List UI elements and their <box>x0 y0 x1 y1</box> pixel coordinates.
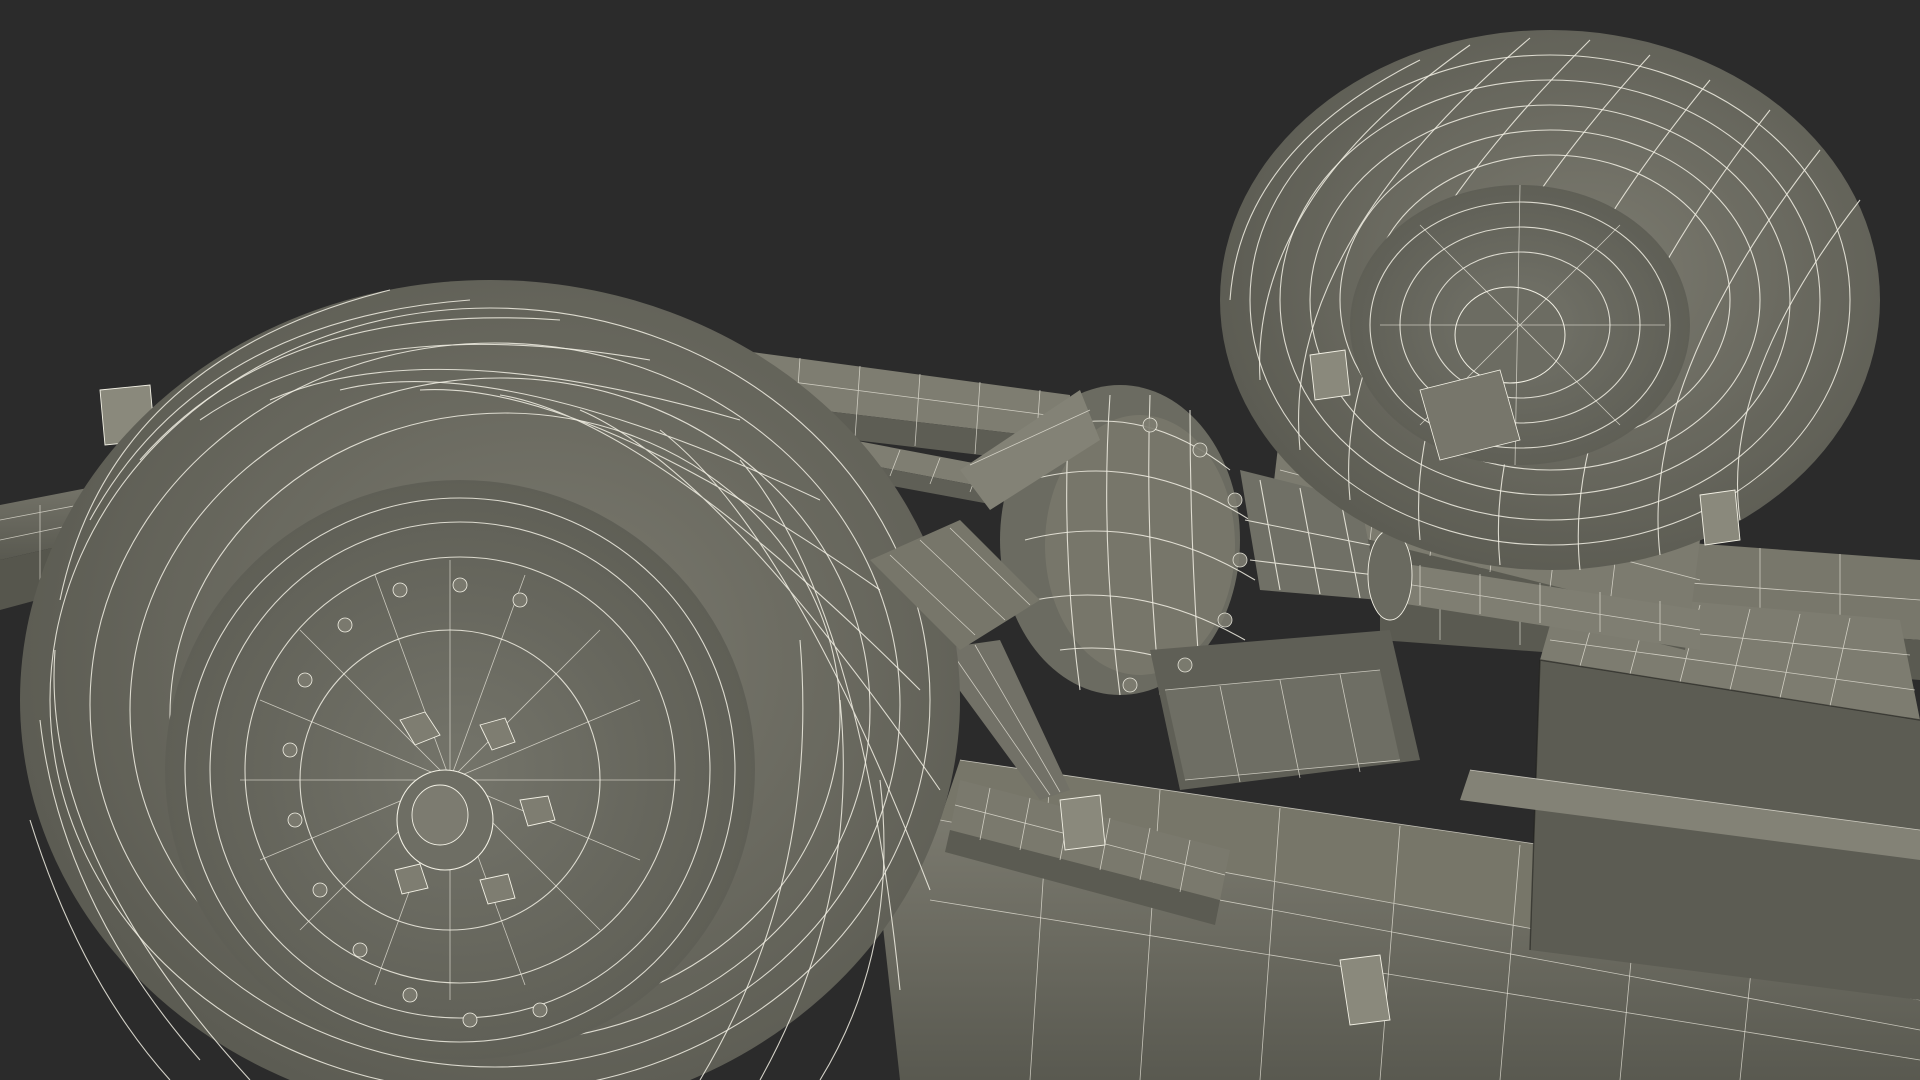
front-left-wheel-hub <box>165 480 755 1060</box>
rear-right-wheel-hub <box>1350 184 1690 466</box>
wireframe-render <box>0 30 1920 1080</box>
render-viewport <box>0 0 1920 1080</box>
